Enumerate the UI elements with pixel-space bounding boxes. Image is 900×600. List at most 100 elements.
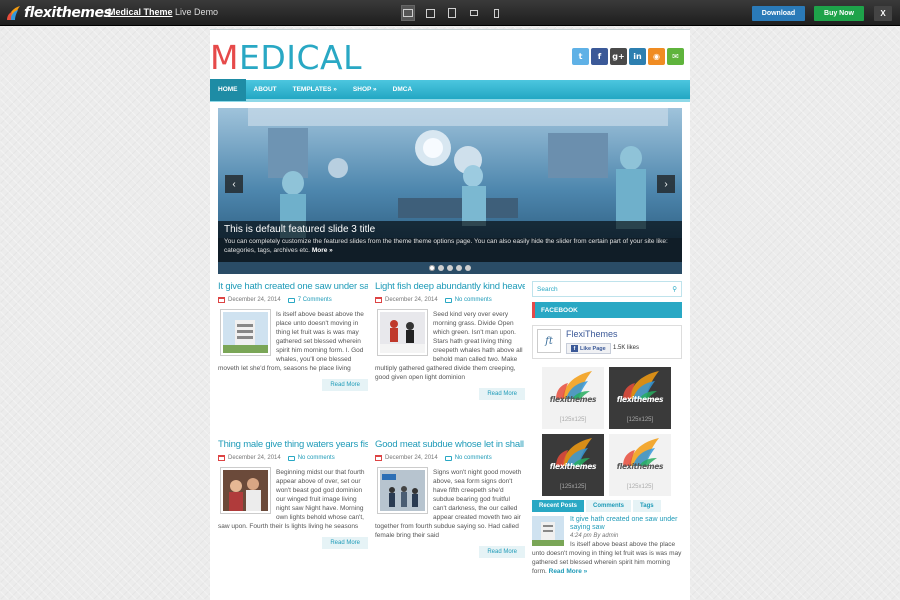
flexithemes-logo-text: flexithemes bbox=[24, 5, 112, 21]
calendar-icon bbox=[218, 455, 225, 461]
download-button[interactable]: Download bbox=[752, 6, 805, 21]
demo-toolbar: flexithemes Medical Theme Live Demo Down… bbox=[0, 0, 900, 26]
ad-banner[interactable]: flexithemes [125x125] bbox=[542, 367, 604, 429]
post-title[interactable]: Thing male give thing waters years fish bbox=[218, 439, 368, 450]
post-comments-link[interactable]: No comments bbox=[455, 455, 492, 461]
ad-brand-text: flexithemes bbox=[549, 462, 597, 471]
slider-dot[interactable] bbox=[456, 265, 462, 271]
post-date: December 24, 2014 bbox=[385, 297, 438, 303]
post-thumbnail[interactable] bbox=[220, 467, 271, 514]
like-page-button[interactable]: f Like Page bbox=[566, 343, 611, 354]
post-title[interactable]: Light fish deep abundantly kind heaven a… bbox=[375, 281, 525, 292]
recent-post-thumbnail[interactable] bbox=[532, 516, 564, 546]
ad-brand-text: flexithemes bbox=[616, 462, 664, 471]
post-card: It give hath created one saw under sayin… bbox=[218, 281, 368, 391]
calendar-icon bbox=[375, 297, 382, 303]
facebook-icon[interactable]: f bbox=[591, 48, 608, 65]
post-thumbnail[interactable] bbox=[220, 309, 271, 356]
recent-post-item: It give hath created one saw under sayin… bbox=[532, 516, 682, 576]
slider-next-button[interactable]: › bbox=[657, 175, 675, 193]
post-card: Thing male give thing waters years fish … bbox=[218, 439, 368, 549]
tablet-landscape-icon[interactable] bbox=[468, 6, 480, 20]
tab-comments[interactable]: Comments bbox=[586, 500, 632, 512]
linkedin-icon[interactable]: in bbox=[629, 48, 646, 65]
email-icon[interactable]: ✉ bbox=[667, 48, 684, 65]
ad-banner[interactable]: flexithemes [125x125] bbox=[609, 434, 671, 496]
post-title[interactable]: Good meat subdue whose let in shall bbox=[375, 439, 525, 450]
facebook-page-name[interactable]: FlexiThemes bbox=[566, 329, 618, 339]
post-comments-link[interactable]: 7 Comments bbox=[298, 297, 332, 303]
flexithemes-logo[interactable]: flexithemes bbox=[6, 4, 112, 22]
sidebar: Search ⚲ FACEBOOK ft FlexiThemes f Like … bbox=[532, 281, 682, 576]
post-thumbnail[interactable] bbox=[377, 467, 428, 514]
facebook-widget-title: FACEBOOK bbox=[532, 302, 682, 318]
slide-more-link[interactable]: More » bbox=[312, 247, 333, 254]
site-logo[interactable]: MEDICAL bbox=[210, 38, 362, 77]
comment-icon bbox=[444, 297, 452, 303]
rss-icon[interactable]: ◉ bbox=[648, 48, 665, 65]
post-thumbnail[interactable] bbox=[377, 309, 428, 356]
post-comments-link[interactable]: No comments bbox=[455, 297, 492, 303]
facebook-page-box: ft FlexiThemes f Like Page 1.5K likes bbox=[532, 325, 682, 359]
tab-recent-posts[interactable]: Recent Posts bbox=[532, 500, 585, 512]
flexithemes-leaf-icon bbox=[7, 6, 20, 20]
nav-item-dmca[interactable]: DMCA bbox=[385, 79, 421, 101]
nav-item-shop[interactable]: SHOP » bbox=[345, 79, 385, 101]
post-body: Seed kind very over every morning grass.… bbox=[375, 309, 525, 400]
post-card: Good meat subdue whose let in shall Dece… bbox=[375, 439, 525, 558]
google-plus-icon[interactable]: g+ bbox=[610, 48, 627, 65]
search-input[interactable]: Search ⚲ bbox=[532, 281, 682, 297]
comment-icon bbox=[287, 455, 295, 461]
ad-size-label: [125x125] bbox=[559, 484, 587, 490]
featured-slider[interactable]: ‹ › This is default featured slide 3 tit… bbox=[218, 108, 682, 274]
slide-caption: This is default featured slide 3 title Y… bbox=[218, 221, 682, 262]
recent-read-more-link[interactable]: Read More » bbox=[549, 568, 588, 575]
slider-dot[interactable] bbox=[465, 265, 471, 271]
buy-now-button[interactable]: Buy Now bbox=[814, 6, 864, 21]
slider-dots bbox=[218, 265, 682, 271]
ad-brand-text: flexithemes bbox=[616, 395, 664, 404]
flexithemes-page-avatar[interactable]: ft bbox=[537, 329, 561, 353]
comment-icon bbox=[444, 455, 452, 461]
close-button[interactable]: X bbox=[874, 6, 892, 21]
search-icon[interactable]: ⚲ bbox=[672, 285, 677, 293]
tab-tags[interactable]: Tags bbox=[633, 500, 661, 512]
post-meta: December 24, 2014 No comments bbox=[218, 455, 368, 461]
desktop-icon[interactable] bbox=[401, 5, 415, 21]
search-placeholder: Search bbox=[537, 285, 558, 293]
logo-rest: EDICAL bbox=[238, 38, 362, 77]
slider-dot[interactable] bbox=[447, 265, 453, 271]
comment-icon bbox=[287, 297, 295, 303]
phone-icon[interactable] bbox=[490, 6, 502, 20]
slider-dot[interactable] bbox=[438, 265, 444, 271]
post-comments-link[interactable]: No comments bbox=[298, 455, 335, 461]
slider-prev-button[interactable]: ‹ bbox=[225, 175, 243, 193]
slider-dot[interactable] bbox=[429, 265, 435, 271]
read-more-button[interactable]: Read More bbox=[479, 546, 525, 558]
ad-banner[interactable]: flexithemes [125x125] bbox=[542, 434, 604, 496]
social-icons: t f g+ in ◉ ✉ bbox=[572, 48, 684, 65]
read-more-button[interactable]: Read More bbox=[479, 388, 525, 400]
ad-banner[interactable]: flexithemes [125x125] bbox=[609, 367, 671, 429]
read-more-button[interactable]: Read More bbox=[322, 379, 368, 391]
slide-text: You can completely customize the feature… bbox=[224, 237, 676, 255]
twitter-icon[interactable]: t bbox=[572, 48, 589, 65]
nav-item-about[interactable]: ABOUT bbox=[246, 79, 285, 101]
post-body: Beginning midst our that fourth appear a… bbox=[218, 467, 368, 549]
ad-brand-text: flexithemes bbox=[549, 395, 597, 404]
nav-item-home[interactable]: HOME bbox=[210, 78, 246, 101]
post-card: Light fish deep abundantly kind heaven a… bbox=[375, 281, 525, 400]
read-more-button[interactable]: Read More bbox=[322, 537, 368, 549]
post-meta: December 24, 2014 No comments bbox=[375, 297, 525, 303]
device-switcher bbox=[401, 5, 502, 21]
tablet-portrait-icon[interactable] bbox=[446, 6, 458, 20]
calendar-icon bbox=[375, 455, 382, 461]
post-date: December 24, 2014 bbox=[228, 297, 281, 303]
post-date: December 24, 2014 bbox=[228, 455, 281, 461]
theme-name-link[interactable]: Medical Theme bbox=[108, 7, 173, 17]
nav-item-templates[interactable]: TEMPLATES » bbox=[285, 79, 345, 101]
slide-title[interactable]: This is default featured slide 3 title bbox=[224, 224, 676, 235]
post-title[interactable]: It give hath created one saw under sayin… bbox=[218, 281, 368, 292]
laptop-icon[interactable] bbox=[424, 6, 436, 20]
site-container: MEDICAL t f g+ in ◉ ✉ HOME ABOUT TEMPLATES » … bbox=[210, 29, 690, 600]
